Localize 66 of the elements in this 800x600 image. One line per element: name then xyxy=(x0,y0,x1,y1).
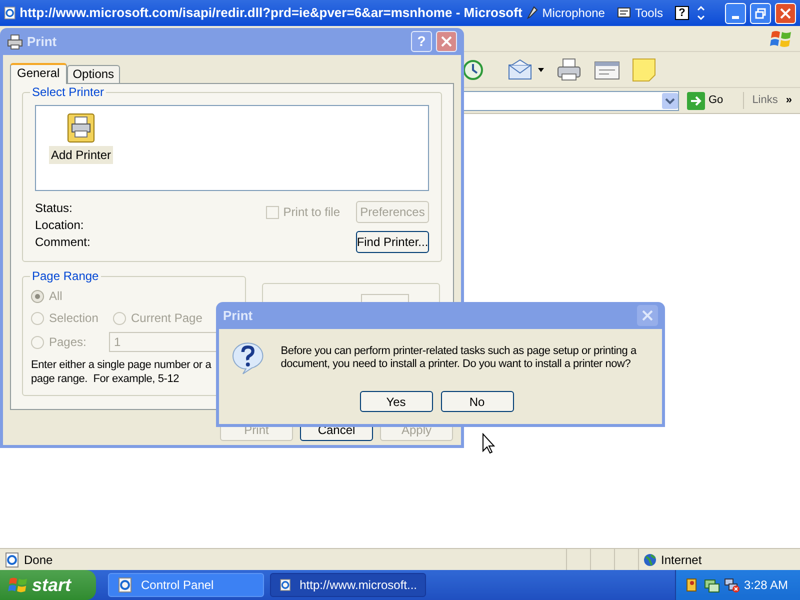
close-button[interactable] xyxy=(436,31,457,52)
dialog-title: Print xyxy=(27,32,57,51)
question-icon xyxy=(231,341,265,375)
microphone-icon xyxy=(526,6,538,20)
restore-button[interactable] xyxy=(750,2,771,24)
dialog-button[interactable]: No xyxy=(440,391,514,412)
network-icon[interactable] xyxy=(724,577,740,593)
tray-icon[interactable] xyxy=(704,577,720,593)
tools-button[interactable]: Tools xyxy=(634,4,663,22)
find-printer-button[interactable]: Find Printer... xyxy=(356,231,429,253)
zone-text: Internet xyxy=(661,552,702,568)
radio-label: Selection xyxy=(49,310,98,327)
caret-icon[interactable] xyxy=(538,68,544,72)
printer-item[interactable]: Add Printer xyxy=(46,112,116,164)
window-title: http://www.microsoft.com/isapi/redir.dll?prd=ie&pver=6&ar=msnhome - Microsoft xyxy=(20,4,522,22)
taskbar-button[interactable]: Control Panel xyxy=(108,573,264,597)
close-icon xyxy=(642,310,653,321)
field-label: Location: xyxy=(35,218,85,232)
group-heading: Page Range xyxy=(30,269,101,283)
tab[interactable]: Options xyxy=(66,65,120,83)
group-heading: Select Printer xyxy=(30,85,106,99)
ie-page-icon xyxy=(4,5,16,21)
close-icon xyxy=(780,8,791,18)
close-icon xyxy=(441,36,452,47)
options-icon[interactable] xyxy=(697,5,705,21)
radio-label: All xyxy=(49,288,62,305)
field-label: Status: xyxy=(35,201,74,215)
clock: 3:28 AM xyxy=(744,577,788,594)
windows-logo-icon xyxy=(770,28,792,48)
radio-button[interactable] xyxy=(31,312,44,324)
dropdown-icon[interactable] xyxy=(662,92,678,108)
status-text: Done xyxy=(24,552,53,568)
history-icon[interactable] xyxy=(462,58,484,80)
radio-label: Pages: xyxy=(49,334,86,351)
add-printer-icon xyxy=(66,112,96,144)
restore-icon xyxy=(755,8,766,18)
globe-icon xyxy=(643,552,657,566)
help-button[interactable]: ? xyxy=(675,6,689,20)
start-button[interactable]: start xyxy=(0,570,96,600)
more-button[interactable]: » xyxy=(786,92,792,109)
edit-icon[interactable] xyxy=(594,58,620,80)
minimize-button[interactable] xyxy=(725,2,746,24)
taskbar-button[interactable]: http://www.microsoft... xyxy=(270,573,426,597)
pointer-icon xyxy=(482,433,495,454)
radio-button[interactable] xyxy=(113,312,126,324)
tools-icon xyxy=(616,7,631,19)
mail-icon[interactable] xyxy=(508,58,534,80)
printer-icon[interactable] xyxy=(556,58,582,82)
field-label: Comment: xyxy=(35,235,92,249)
radio-label: Current Page xyxy=(131,310,202,327)
radio-button[interactable] xyxy=(31,290,44,302)
page-icon xyxy=(4,552,20,568)
control-panel-icon xyxy=(117,577,133,593)
printer-icon xyxy=(7,34,23,50)
message-text: Before you can perform printer-related tasks such as page setup or printing a document, you need to install a printer. Do you want to install a printer now? xyxy=(280,344,638,371)
ie-page-icon xyxy=(279,577,292,593)
dialog-button[interactable]: Yes xyxy=(360,391,432,412)
links-button[interactable]: Links xyxy=(743,92,778,109)
microphone-button[interactable]: Microphone xyxy=(542,4,605,22)
hint-text: Enter either a single page number or a page range. For example, 5-12 xyxy=(31,358,212,386)
radio-button[interactable] xyxy=(31,336,44,348)
tab[interactable]: General xyxy=(10,63,67,84)
dialog-title: Print xyxy=(223,306,253,325)
windows-logo-icon xyxy=(8,576,28,594)
go-button[interactable]: Go xyxy=(682,90,728,112)
checkbox-label: Print to file xyxy=(283,204,340,221)
